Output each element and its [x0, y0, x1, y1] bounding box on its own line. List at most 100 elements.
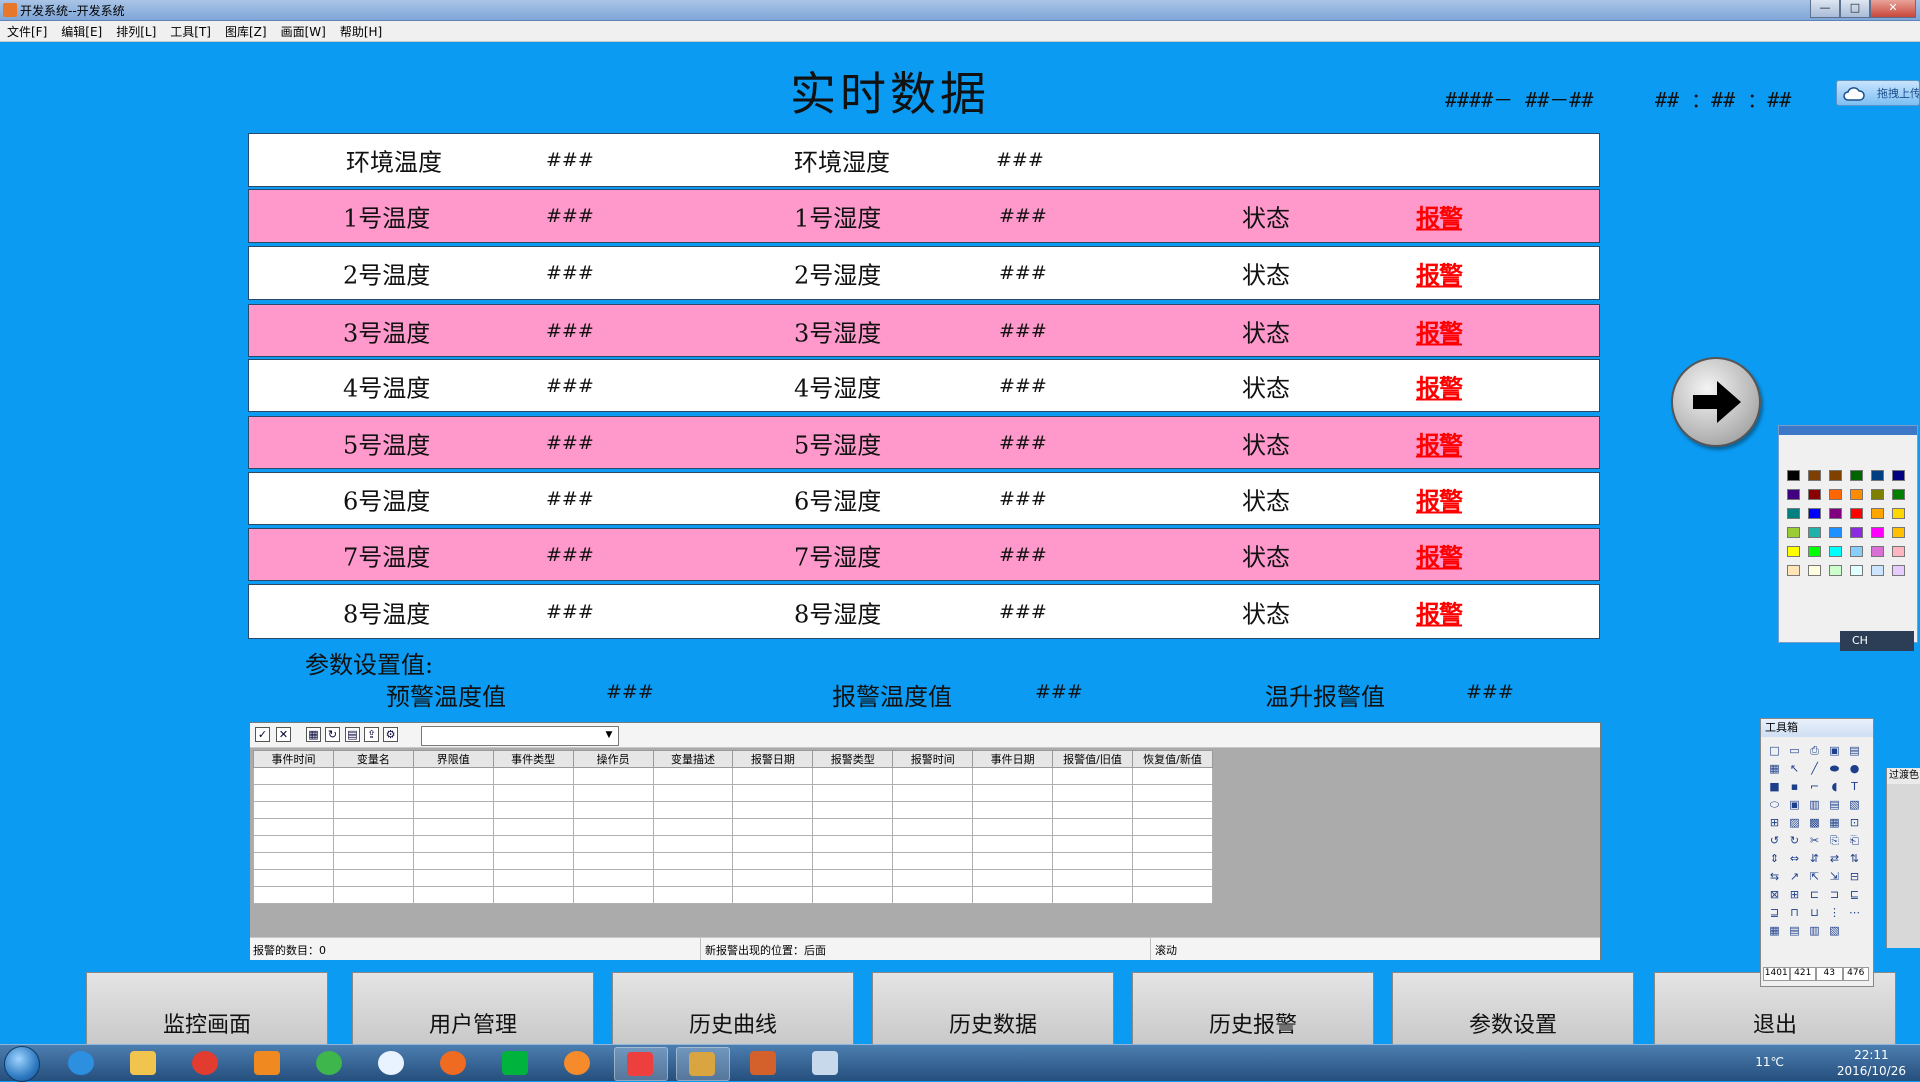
color-swatch[interactable]: [1892, 489, 1905, 500]
color-swatch[interactable]: [1829, 489, 1842, 500]
taskbar-ie[interactable]: [56, 1047, 108, 1079]
menu-screen[interactable]: 画面[W]: [274, 21, 333, 41]
toolbox-tool-icon[interactable]: ▭: [1787, 743, 1802, 758]
nav-history-curve-button[interactable]: 历史曲线: [612, 972, 854, 1044]
color-swatch[interactable]: [1871, 508, 1884, 519]
ime-indicator[interactable]: CH: [1840, 631, 1914, 651]
minimize-button[interactable]: —: [1810, 0, 1840, 18]
toolbox-tool-icon[interactable]: ✂: [1807, 833, 1822, 848]
toolbox-tool-icon[interactable]: ⊐: [1827, 887, 1842, 902]
color-swatch[interactable]: [1850, 508, 1863, 519]
taskbar-iqiyi[interactable]: [490, 1047, 542, 1079]
color-swatch[interactable]: [1808, 527, 1821, 538]
toolbox-tool-icon[interactable]: ⎙: [1807, 743, 1822, 758]
color-swatch[interactable]: [1892, 470, 1905, 481]
alarm-column-header[interactable]: 变量名: [332, 750, 414, 768]
toolbox-tool-icon[interactable]: ▧: [1847, 797, 1862, 812]
table-row[interactable]: [253, 818, 1214, 836]
toolbox-tool-icon[interactable]: ▦: [1827, 815, 1842, 830]
toolbox-tool-icon[interactable]: ▤: [1787, 923, 1802, 938]
export-icon[interactable]: ⇪: [364, 727, 379, 742]
color-swatch[interactable]: [1892, 508, 1905, 519]
toolbox-tool-icon[interactable]: ⋯: [1847, 905, 1862, 920]
weather-temp[interactable]: 11℃: [1755, 1055, 1784, 1069]
taskbar-firefox[interactable]: [428, 1047, 480, 1079]
toolbox-tool-icon[interactable]: ↺: [1767, 833, 1782, 848]
toolbox-tool-icon[interactable]: ⇱: [1807, 869, 1822, 884]
toolbox-tool-icon[interactable]: □: [1767, 743, 1782, 758]
toolbox-tool-icon[interactable]: ⇅: [1847, 851, 1862, 866]
alarm-column-header[interactable]: 界限值: [412, 750, 494, 768]
toolbox-tool-icon[interactable]: ⊒: [1767, 905, 1782, 920]
toolbox-tool-icon[interactable]: ⌐: [1807, 779, 1822, 794]
menu-gallery[interactable]: 图库[Z]: [218, 21, 274, 41]
toolbox-tool-icon[interactable]: ⎗: [1847, 833, 1862, 848]
confirm-icon[interactable]: ✓: [255, 727, 270, 742]
refresh-icon[interactable]: ↻: [325, 727, 340, 742]
color-swatch[interactable]: [1787, 508, 1800, 519]
color-swatch[interactable]: [1892, 565, 1905, 576]
clock[interactable]: 22:11 2016/10/26: [1837, 1047, 1906, 1079]
table-row[interactable]: [253, 801, 1214, 819]
alarm-column-header[interactable]: 报警时间: [892, 750, 974, 768]
toolbox-tool-icon[interactable]: ⋮: [1827, 905, 1842, 920]
color-swatch[interactable]: [1829, 508, 1842, 519]
alarm-column-header[interactable]: 报警日期: [732, 750, 814, 768]
nav-params-button[interactable]: 参数设置: [1392, 972, 1634, 1044]
toolbox-tool-icon[interactable]: ▤: [1847, 743, 1862, 758]
taskbar-dev-system[interactable]: [676, 1047, 730, 1081]
color-swatch[interactable]: [1850, 527, 1863, 538]
color-swatch[interactable]: [1850, 565, 1863, 576]
toolbox-tool-icon[interactable]: ⇆: [1767, 869, 1782, 884]
toolbox-tool-icon[interactable]: ⊔: [1807, 905, 1822, 920]
toolbox-tool-icon[interactable]: ⇔: [1787, 851, 1802, 866]
color-swatch[interactable]: [1871, 546, 1884, 557]
color-swatch[interactable]: [1787, 470, 1800, 481]
nav-monitor-button[interactable]: 监控画面: [86, 972, 328, 1044]
toolbox-tool-icon[interactable]: ⇵: [1807, 851, 1822, 866]
toolbox-tool-icon[interactable]: ⊑: [1847, 887, 1862, 902]
toolbox-tool-icon[interactable]: ⊠: [1767, 887, 1782, 902]
toolbox-tool-icon[interactable]: ▥: [1807, 923, 1822, 938]
alarm-filter-dropdown[interactable]: ▼: [421, 726, 619, 746]
taskbar-book[interactable]: [738, 1047, 790, 1079]
toolbox-tool-icon[interactable]: ●: [1847, 761, 1862, 776]
color-swatch[interactable]: [1892, 527, 1905, 538]
palette-titlebar[interactable]: [1779, 426, 1917, 435]
color-swatch[interactable]: [1871, 470, 1884, 481]
alarm-column-header[interactable]: 事件类型: [492, 750, 574, 768]
table-row[interactable]: [253, 869, 1214, 887]
taskbar-media[interactable]: [242, 1047, 294, 1079]
menu-edit[interactable]: 编辑[E]: [54, 21, 109, 41]
alarm-column-header[interactable]: 事件时间: [253, 750, 334, 768]
menu-file[interactable]: 文件[F]: [0, 21, 54, 41]
toolbox-tool-icon[interactable]: ⬭: [1767, 797, 1782, 812]
color-swatch[interactable]: [1787, 489, 1800, 500]
table-row[interactable]: [253, 886, 1214, 904]
toolbox-tool-icon[interactable]: ⊡: [1847, 815, 1862, 830]
table-row[interactable]: [253, 835, 1214, 853]
toolbox-tool-icon[interactable]: ⇲: [1827, 869, 1842, 884]
taskbar-paint[interactable]: [800, 1047, 852, 1079]
toolbox-tool-icon[interactable]: ⊓: [1787, 905, 1802, 920]
toolbox-tool-icon[interactable]: ▦: [1767, 923, 1782, 938]
filter-icon[interactable]: ▦: [306, 727, 321, 742]
toolbox-tool-icon[interactable]: ▨: [1787, 815, 1802, 830]
taskbar-explorer[interactable]: [118, 1047, 170, 1079]
table-row[interactable]: [253, 852, 1214, 870]
color-swatch[interactable]: [1787, 565, 1800, 576]
toolbox-tool-icon[interactable]: ⊞: [1767, 815, 1782, 830]
alarm-column-header[interactable]: 报警值/旧值: [1052, 750, 1133, 768]
toolbox-tool-icon[interactable]: ↗: [1787, 869, 1802, 884]
close-button[interactable]: ✕: [1870, 0, 1916, 18]
settings-icon[interactable]: ⚙: [383, 727, 398, 742]
toolbox-tool-icon[interactable]: ╱: [1807, 761, 1822, 776]
nav-history-data-button[interactable]: 历史数据: [872, 972, 1114, 1044]
table-row[interactable]: [253, 784, 1214, 802]
color-swatch[interactable]: [1850, 546, 1863, 557]
drag-upload-button[interactable]: 拖拽上传: [1836, 80, 1920, 106]
next-page-button[interactable]: [1671, 357, 1761, 447]
toolbox-tool-icon[interactable]: ⬬: [1827, 761, 1842, 776]
color-swatch[interactable]: [1871, 565, 1884, 576]
color-swatch[interactable]: [1829, 527, 1842, 538]
